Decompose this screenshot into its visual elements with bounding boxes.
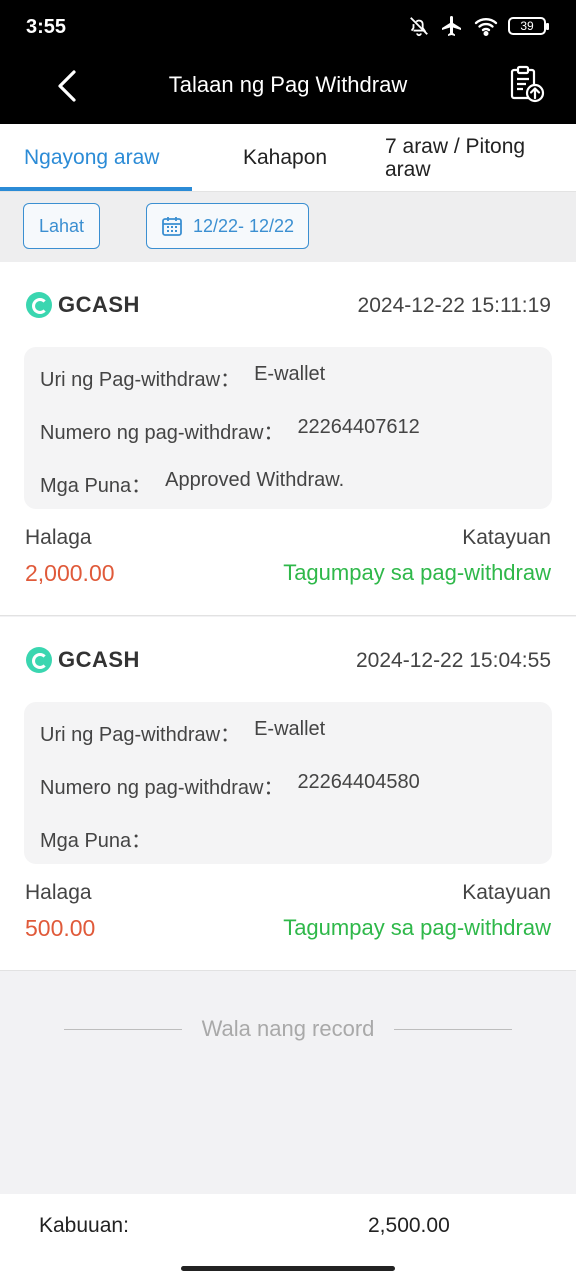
amount-label: Halaga — [25, 881, 92, 904]
remarks-value: Approved Withdraw. — [165, 469, 345, 491]
withdraw-number-label: Numero ng pag-withdraw： — [40, 777, 284, 799]
status-icons: 39 — [408, 14, 549, 38]
total-label: Kabuuan: — [39, 1214, 129, 1237]
tab-seven-days[interactable]: 7 araw / Pitong araw — [385, 124, 565, 192]
bell-off-icon — [410, 17, 428, 37]
record-details: Uri ng Pag-withdraw： E-wallet Numero ng … — [24, 702, 552, 864]
filter-all-button[interactable]: Lahat — [23, 203, 100, 249]
provider-name: GCASH — [58, 647, 140, 672]
wifi-icon — [474, 18, 498, 37]
page-title: Talaan ng Pag Withdraw — [168, 72, 408, 97]
total-value: 2,500.00 — [368, 1214, 450, 1237]
remarks-label: Mga Puna： — [40, 830, 152, 852]
calendar-icon — [162, 217, 182, 236]
period-tabs: Ngayong araw Kahapon 7 araw / Pitong ara… — [0, 124, 576, 192]
remarks-row: Mga Puna： Approved Withdraw. — [40, 469, 344, 498]
withdraw-type-label: Uri ng Pag-withdraw： — [40, 369, 241, 391]
filter-bar: Lahat 12/22- 12/22 — [0, 192, 576, 262]
provider-name: GCASH — [58, 292, 140, 317]
withdraw-record[interactable]: GCASH 2024-12-22 15:11:19 Uri ng Pag-wit… — [0, 262, 576, 616]
provider: GCASH — [26, 647, 140, 673]
withdraw-record[interactable]: GCASH 2024-12-22 15:04:55 Uri ng Pag-wit… — [0, 617, 576, 971]
withdraw-number-value: 22264407612 — [297, 416, 420, 438]
gcash-logo-icon — [26, 647, 52, 673]
clipboard-upload-icon[interactable] — [506, 64, 546, 104]
date-range-button[interactable]: 12/22- 12/22 — [146, 203, 309, 249]
status-label: Katayuan — [462, 881, 551, 904]
date-range-label: 12/22- 12/22 — [192, 215, 295, 236]
status-time: 3:55 — [26, 16, 67, 38]
battery-icon: 39 — [508, 17, 549, 35]
active-tab-indicator — [0, 187, 192, 191]
provider: GCASH — [26, 292, 140, 318]
end-of-list: Wala nang record — [0, 1012, 576, 1048]
withdraw-number-label: Numero ng pag-withdraw： — [40, 422, 284, 444]
record-details: Uri ng Pag-withdraw： E-wallet Numero ng … — [24, 347, 552, 509]
gcash-logo-icon — [26, 292, 52, 318]
divider — [394, 1029, 512, 1030]
withdraw-number-row: Numero ng pag-withdraw： 22264407612 — [40, 416, 420, 445]
total-footer: Kabuuan: 2,500.00 — [0, 1194, 576, 1280]
withdraw-number-row: Numero ng pag-withdraw： 22264404580 — [40, 771, 420, 800]
amount-value: 2,000.00 — [25, 560, 115, 586]
amount-label: Halaga — [25, 526, 92, 549]
status-label: Katayuan — [462, 526, 551, 549]
airplane-icon — [442, 16, 461, 36]
withdraw-type-row: Uri ng Pag-withdraw： E-wallet — [40, 718, 325, 747]
status-value: Tagumpay sa pag-withdraw — [283, 560, 551, 585]
remarks-label: Mga Puna： — [40, 475, 152, 497]
tab-today[interactable]: Ngayong araw — [24, 124, 159, 192]
status-value: Tagumpay sa pag-withdraw — [283, 915, 551, 940]
amount-value: 500.00 — [25, 915, 96, 941]
record-time: 2024-12-22 15:11:19 — [357, 294, 551, 317]
withdraw-type-value: E-wallet — [254, 363, 326, 385]
home-indicator[interactable] — [181, 1266, 395, 1271]
tab-yesterday[interactable]: Kahapon — [243, 124, 327, 192]
withdraw-type-row: Uri ng Pag-withdraw： E-wallet — [40, 363, 325, 392]
withdraw-type-label: Uri ng Pag-withdraw： — [40, 724, 241, 746]
withdraw-number-value: 22264404580 — [297, 771, 420, 793]
app-header: 3:55 39 Talaan ng Pag Withdraw — [0, 0, 576, 124]
record-time: 2024-12-22 15:04:55 — [356, 649, 551, 672]
remarks-row: Mga Puna： — [40, 824, 165, 853]
withdraw-type-value: E-wallet — [254, 718, 326, 740]
